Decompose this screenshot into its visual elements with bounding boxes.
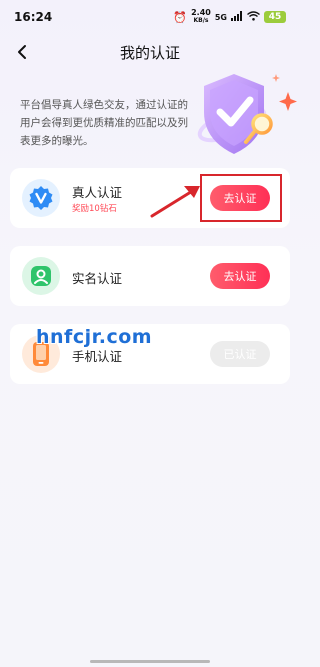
go-verify-button[interactable]: 去认证 [210, 263, 270, 289]
card-title: 手机认证 [72, 349, 123, 364]
card-title: 实名认证 [72, 271, 123, 286]
chevron-left-icon [18, 45, 26, 59]
person-id-icon [22, 257, 60, 295]
status-time: 16:24 [14, 10, 53, 24]
intro-text: 平台倡导真人绿色交友，通过认证的用户会得到更优质精准的匹配以及列表更多的曝光。 [20, 99, 188, 147]
status-icons: ⏰ 2.40 KB/s 5G 45 [173, 9, 286, 25]
status-bar: 16:24 ⏰ 2.40 KB/s 5G 45 [0, 0, 300, 34]
page-title: 我的认证 [119, 43, 180, 62]
card-title: 真人认证 [72, 185, 123, 200]
watermark-text: hnfcjr.com [36, 326, 153, 348]
back-button[interactable] [10, 40, 34, 64]
network-speed-unit: KB/s [193, 17, 209, 24]
battery-indicator: 45 [264, 11, 286, 23]
network-speed-value: 2.40 [191, 8, 211, 17]
shield-check-illustration [197, 74, 297, 154]
verified-badge-icon [22, 179, 60, 217]
home-indicator[interactable] [90, 660, 210, 663]
card-reward: 奖励10钻石 [72, 204, 117, 214]
card-real-name-verification: 实名认证 去认证 [10, 246, 290, 306]
signal-icon [231, 11, 243, 23]
alarm-icon: ⏰ [173, 10, 188, 24]
network-type: 5G [214, 12, 227, 22]
wifi-icon [247, 11, 260, 23]
annotation-highlight-box [200, 174, 282, 222]
network-speed: 2.40 KB/s [191, 9, 211, 25]
verified-button[interactable]: 已认证 [210, 341, 270, 367]
